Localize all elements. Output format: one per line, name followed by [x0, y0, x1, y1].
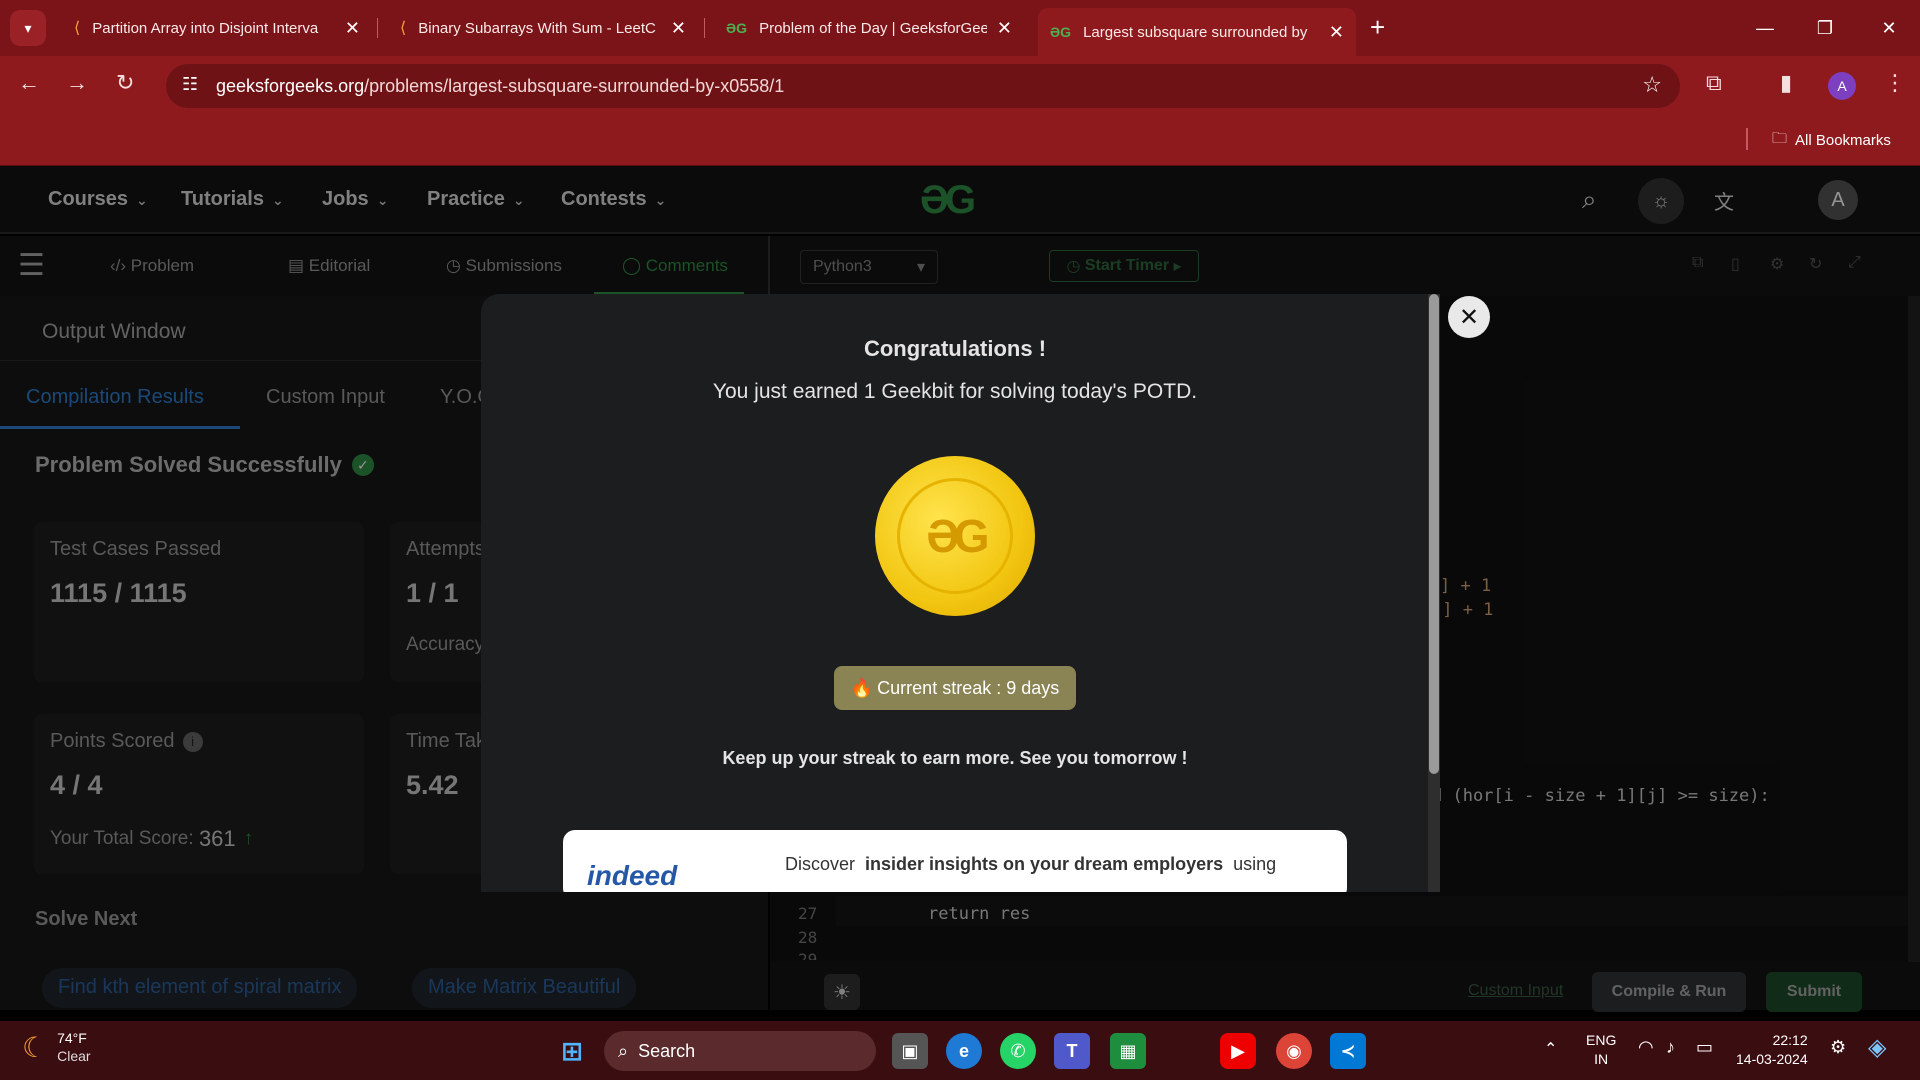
close-tab-icon[interactable]: ✕: [997, 18, 1012, 39]
search-icon: ⌕: [618, 1040, 629, 1061]
menu-kebab-icon[interactable]: ⋮: [1884, 70, 1906, 96]
modal-scrollbar-thumb[interactable]: [1429, 294, 1439, 774]
tab-partition-array[interactable]: ⟨ Partition Array into Disjoint Interva …: [62, 8, 372, 48]
modal-footer: Keep up your streak to earn more. See yo…: [722, 748, 1188, 768]
close-window-button[interactable]: ✕: [1864, 10, 1914, 46]
all-bookmarks-button[interactable]: 🗀 All Bookmarks: [1772, 128, 1891, 153]
site-info-icon[interactable]: ☷: [182, 74, 198, 95]
folder-icon: 🗀: [1772, 130, 1788, 147]
back-icon[interactable]: ←: [18, 70, 40, 96]
tab-title: Problem of the Day | GeeksforGee: [759, 19, 987, 37]
chrome-icon[interactable]: ◉: [1276, 1033, 1312, 1069]
new-tab-button[interactable]: +: [1370, 12, 1385, 43]
tab-title: Partition Array into Disjoint Interva: [92, 19, 319, 37]
bookmark-star-icon[interactable]: ☆: [1642, 72, 1662, 98]
windows-start-icon[interactable]: ⊞: [554, 1033, 590, 1069]
copilot-icon[interactable]: ◈: [1868, 1033, 1886, 1062]
minimize-button[interactable]: —: [1740, 10, 1790, 46]
streak-badge: 🔥 Current streak : 9 days: [834, 666, 1076, 710]
bookmarks-bar: 🗀 All Bookmarks: [0, 116, 1920, 166]
fire-icon: 🔥: [850, 677, 874, 698]
modal-subheading: You just earned 1 Geekbit for solving to…: [712, 380, 1198, 403]
side-panel-icon[interactable]: ▮: [1780, 70, 1792, 96]
clock[interactable]: 22:12 14-03-2024: [1736, 1031, 1808, 1069]
forward-icon[interactable]: →: [66, 70, 88, 96]
tab-title: Binary Subarrays With Sum - LeetC: [418, 19, 656, 37]
teams-icon[interactable]: T: [1054, 1033, 1090, 1069]
tab-title: Largest subsquare surrounded by: [1083, 23, 1308, 41]
close-tab-icon[interactable]: ✕: [671, 18, 686, 39]
restore-button[interactable]: ❐: [1800, 10, 1850, 46]
youtube-icon[interactable]: ▶: [1220, 1033, 1256, 1069]
tray-chevron-icon[interactable]: ⌃: [1544, 1039, 1557, 1059]
windows-taskbar: ☾ 74°F Clear ⊞ ⌕ Search ▣ e ✆ T ▦ ▶ ◉ ≺ ⌃…: [0, 1021, 1920, 1080]
tab-largest-subsquare[interactable]: ƏG Largest subsquare surrounded by ✕: [1038, 8, 1356, 56]
browser-tab-bar: ▾ ⟨ Partition Array into Disjoint Interv…: [0, 0, 1920, 56]
task-view-icon[interactable]: ▣: [892, 1033, 928, 1069]
moon-icon: ☾: [22, 1031, 48, 1063]
classroom-icon[interactable]: ▦: [1110, 1033, 1146, 1069]
indeed-ad-card[interactable]: indeed Discover insider insights on your…: [563, 830, 1347, 892]
close-tab-icon[interactable]: ✕: [1329, 22, 1344, 43]
congrats-modal: Congratulations ! You just earned 1 Geek…: [481, 294, 1429, 892]
whatsapp-icon[interactable]: ✆: [1000, 1033, 1036, 1069]
address-bar[interactable]: ☷ geeksforgeeks.org/problems/largest-sub…: [166, 64, 1680, 108]
volume-icon[interactable]: ♪: [1666, 1037, 1675, 1058]
leetcode-icon: ⟨: [400, 20, 407, 37]
tab-problem-of-the-day[interactable]: ƏG Problem of the Day | GeeksforGee ✕: [714, 8, 1024, 48]
modal-heading: Congratulations !: [863, 336, 1047, 361]
reload-icon[interactable]: ↻: [116, 70, 134, 96]
tab-search-button[interactable]: ▾: [10, 10, 46, 46]
gfg-icon: ƏG: [726, 20, 748, 36]
ad-text: Discover insider insights on your dream …: [785, 854, 1277, 874]
profile-avatar[interactable]: A: [1828, 72, 1856, 100]
close-tab-icon[interactable]: ✕: [345, 18, 360, 39]
url-text: geeksforgeeks.org/problems/largest-subsq…: [216, 76, 785, 96]
weather-temp: 74°F: [57, 1030, 87, 1046]
notification-icon[interactable]: ⚙: [1830, 1037, 1846, 1058]
taskbar-search[interactable]: ⌕ Search: [604, 1031, 876, 1071]
input-language[interactable]: ENG IN: [1586, 1031, 1616, 1069]
vscode-icon[interactable]: ≺: [1330, 1033, 1366, 1069]
leetcode-icon: ⟨: [74, 20, 81, 37]
geekbit-coin-icon: ƏG: [875, 456, 1035, 616]
edge-icon[interactable]: e: [946, 1033, 982, 1069]
wifi-icon[interactable]: ◠: [1638, 1037, 1654, 1058]
indeed-logo: indeed: [587, 860, 678, 891]
battery-icon[interactable]: ▭: [1696, 1037, 1713, 1058]
close-modal-button[interactable]: ✕: [1448, 296, 1490, 338]
weather-desc: Clear: [57, 1048, 91, 1064]
tab-binary-subarrays[interactable]: ⟨ Binary Subarrays With Sum - LeetC ✕: [388, 8, 698, 48]
extensions-icon[interactable]: ⧉: [1706, 70, 1722, 96]
weather-widget[interactable]: ☾ 74°F Clear: [22, 1029, 91, 1065]
gfg-icon: ƏG: [1050, 24, 1072, 40]
all-bookmarks-label: All Bookmarks: [1795, 132, 1891, 149]
